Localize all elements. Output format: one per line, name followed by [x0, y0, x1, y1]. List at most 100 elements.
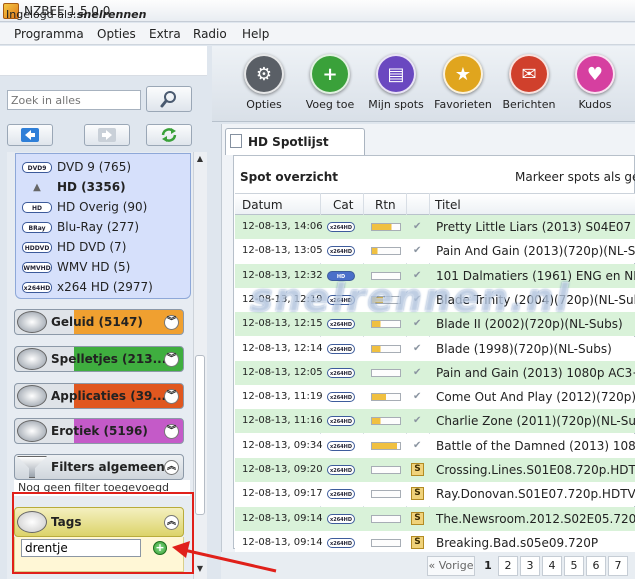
toolbar-options-button[interactable]: ⚙ Opties: [231, 54, 297, 111]
search-input[interactable]: [7, 90, 141, 110]
page-4-button[interactable]: 4: [542, 556, 562, 576]
scroll-up-icon[interactable]: ▲: [193, 152, 207, 166]
page-3-button[interactable]: 3: [520, 556, 540, 576]
mark-spots-link[interactable]: Markeer spots als gez: [515, 170, 635, 184]
table-row[interactable]: 12-08-13, 09:34 x264HD ✔ Battle of the Damn…: [235, 433, 635, 458]
heart-icon: ♥: [575, 54, 615, 94]
category-item-hd[interactable]: ▲ HD (3356): [22, 178, 125, 196]
rating-bar: [371, 344, 401, 353]
table-row[interactable]: 12-08-13, 09:17 x264HD S Ray.Donovan.S01E07…: [235, 482, 635, 507]
table-row[interactable]: 12-08-13, 12:14 x264HD ✔ Blade (1998)(720p)…: [235, 336, 635, 361]
table-row[interactable]: 12-08-13, 09:14 x264HD S The.Newsroom.2012.…: [235, 506, 635, 531]
table-row[interactable]: 12-08-13, 09:20 x264HD S Crossing.Lines.S01…: [235, 458, 635, 482]
scrollbar-thumb[interactable]: [195, 355, 205, 515]
page-5-button[interactable]: 5: [564, 556, 584, 576]
menu-programma[interactable]: Programma: [14, 27, 84, 41]
scroll-down-icon[interactable]: ▼: [193, 562, 207, 576]
toolbar-add-button[interactable]: + Voeg toe: [297, 54, 363, 111]
category-label: DVD 9 (765): [57, 160, 132, 174]
film-reel-icon: [17, 420, 47, 442]
category-item-hddvd[interactable]: HDDVD HD DVD (7): [22, 238, 126, 256]
refresh-button[interactable]: [146, 124, 192, 146]
main-toolbar: ⚙ Opties + Voeg toe ▤ Mijn spots ★ Favor…: [212, 46, 635, 122]
table-row[interactable]: 12-08-13, 12:05 x264HD ✔ Pain and Gain (201…: [235, 360, 635, 385]
section-erotiek[interactable]: Erotiek (5196) ︾: [14, 418, 184, 444]
toolbar-options-label: Opties: [246, 98, 282, 111]
row-title: Breaking.Bad.s05e09.720P: [436, 535, 599, 550]
spotnet-s-icon: S: [411, 511, 424, 525]
section-spelletjes[interactable]: Spelletjes (213... ︾: [14, 346, 184, 372]
row-date: 12-08-13, 14:06: [242, 221, 323, 232]
toolbar-messages-label: Berichten: [502, 98, 556, 111]
spot-overview-title: Spot overzicht: [240, 170, 339, 184]
logged-in-label: Ingelogd als:: [6, 8, 77, 21]
table-row[interactable]: 12-08-13, 11:16 x264HD ✔ Charlie Zone (2011…: [235, 409, 635, 434]
back-button[interactable]: [7, 124, 53, 146]
section-applicaties[interactable]: Applicaties (39... ︾: [14, 383, 184, 409]
column-header-rating[interactable]: Rtn: [375, 198, 396, 212]
checkmark-icon: ✔: [413, 221, 422, 232]
section-filters-algemeen[interactable]: Filters algemeen ︽: [14, 454, 184, 480]
table-row[interactable]: 12-08-13, 14:06 x264HD ✔ Pretty Little Liar…: [235, 215, 635, 239]
gear-icon: ⚙: [244, 54, 284, 94]
watermark: snelrennen.nl: [250, 276, 571, 320]
spotnet-s-icon: S: [411, 463, 424, 476]
menu-radio[interactable]: Radio: [193, 27, 227, 41]
section-geluid[interactable]: Geluid (5147) ︾: [14, 309, 184, 335]
row-date: 12-08-13, 11:16: [242, 415, 323, 427]
toolbar-add-label: Voeg toe: [305, 98, 355, 111]
page-2-button[interactable]: 2: [498, 556, 518, 576]
gamepad-icon: [17, 348, 47, 370]
user-name: snelrennen: [77, 8, 147, 21]
mail-icon: ✉: [509, 54, 549, 94]
row-title: Pretty Little Liars (2013) S04E07 1080: [436, 220, 635, 234]
row-date: 12-08-13, 09:14: [242, 512, 323, 524]
toolbar-messages-button[interactable]: ✉ Berichten: [496, 54, 562, 111]
forward-button[interactable]: [84, 124, 130, 146]
row-date: 12-08-13, 11:19: [242, 391, 323, 403]
menu-opties[interactable]: Opties: [97, 27, 136, 41]
tab-hd-spotlijst[interactable]: HD Spotlijst: [225, 128, 365, 155]
category-item-hd-overig[interactable]: HD HD Overig (90): [22, 198, 147, 216]
search-icon: [160, 91, 176, 108]
menu-extra[interactable]: Extra: [149, 27, 181, 41]
rating-bar: [371, 247, 401, 256]
page-6-button[interactable]: 6: [586, 556, 606, 576]
chevron-up-icon[interactable]: ︽: [164, 460, 179, 475]
column-header-cat[interactable]: Cat: [333, 198, 353, 212]
hddvd-icon: HDDVD: [22, 241, 52, 253]
category-label: HD DVD (7): [57, 240, 127, 254]
row-date: 12-08-13, 13:05: [242, 245, 323, 257]
chevron-down-icon[interactable]: ︾: [164, 315, 179, 330]
chevron-down-icon[interactable]: ︾: [164, 389, 179, 404]
search-button[interactable]: [146, 86, 192, 112]
x264hd-icon: x264HD: [22, 281, 52, 293]
table-row[interactable]: 12-08-13, 13:05 x264HD ✔ Pain And Gain (201…: [235, 239, 635, 264]
page-1-button[interactable]: 1: [478, 556, 498, 576]
toolbar-my-spots-button[interactable]: ▤ Mijn spots: [363, 54, 429, 111]
category-item-wmvhd[interactable]: WMVHD WMV HD (5): [22, 258, 130, 276]
chevron-down-icon[interactable]: ︾: [164, 424, 179, 439]
category-badge-icon: x264HD: [327, 513, 355, 524]
page-7-button[interactable]: 7: [608, 556, 628, 576]
category-item-dvd9[interactable]: DVD9 DVD 9 (765): [22, 158, 131, 176]
section-label: Applicaties (39...: [51, 389, 167, 403]
category-badge-icon: x264HD: [327, 392, 355, 403]
previous-page-button[interactable]: « Vorige: [427, 556, 475, 576]
arrow-left-icon: [21, 128, 39, 142]
category-badge-icon: x264HD: [327, 440, 355, 451]
menu-help[interactable]: Help: [242, 27, 269, 41]
category-item-bluray[interactable]: BRay Blu-Ray (277): [22, 218, 139, 236]
chevron-down-icon[interactable]: ︾: [164, 352, 179, 367]
rating-bar: [371, 441, 401, 450]
category-item-x264hd[interactable]: x264HD x264 HD (2977): [22, 278, 153, 296]
table-row[interactable]: 12-08-13, 11:19 x264HD ✔ Come Out And Play …: [235, 385, 635, 410]
section-label: Spelletjes (213...: [51, 352, 167, 366]
column-header-date[interactable]: Datum: [242, 198, 283, 212]
column-header-title[interactable]: Titel: [435, 198, 461, 212]
star-icon: ★: [443, 54, 483, 94]
toolbar-favorites-button[interactable]: ★ Favorieten: [430, 54, 496, 111]
toolbar-kudos-button[interactable]: ♥ Kudos: [562, 54, 628, 111]
checkmark-icon: ✔: [413, 366, 422, 378]
category-badge-icon: x264HD: [327, 246, 355, 257]
